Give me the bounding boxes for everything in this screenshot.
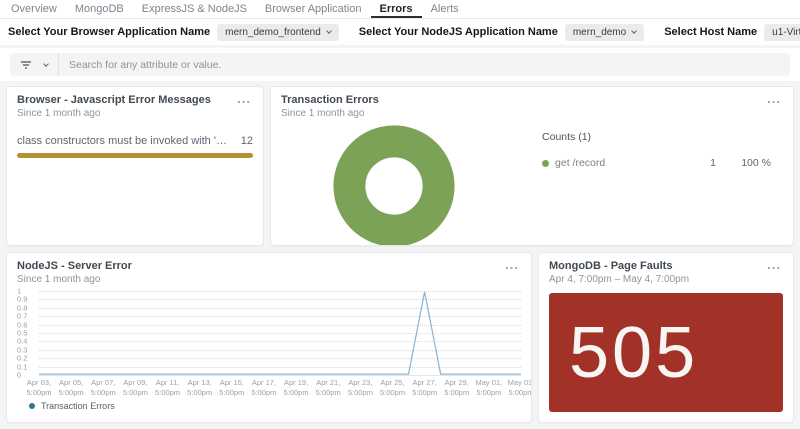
x-tick-label: Apr 17,5:00pm	[251, 378, 276, 398]
x-tick-label: Apr 25,5:00pm	[380, 378, 405, 398]
legend-percent: 100 %	[716, 157, 771, 169]
error-message-row[interactable]: class constructors must be invoked with …	[17, 135, 253, 147]
panel-title: NodeJS - Server Error	[17, 260, 132, 272]
panel-menu-button[interactable]: ...	[235, 94, 253, 105]
x-tick-label: Apr 09,5:00pm	[123, 378, 148, 398]
search-bar	[10, 53, 790, 76]
legend-title: Counts (1)	[542, 131, 771, 143]
funnel-icon	[20, 60, 32, 70]
page-faults-billboard: 505	[549, 293, 783, 412]
x-tick-label: Apr 03,5:00pm	[26, 378, 51, 398]
x-axis-labels: Apr 03,5:00pmApr 05,5:00pmApr 07,5:00pmA…	[39, 378, 521, 397]
x-tick-label: Apr 21,5:00pm	[316, 378, 341, 398]
series-legend-transaction-errors[interactable]: Transaction Errors	[29, 401, 521, 411]
host-select-value: u1-VirtualBox	[772, 27, 800, 38]
panel-subtitle: Apr 4, 7:00pm – May 4, 7:00pm	[549, 274, 689, 285]
host-filter-label: Select Host Name	[664, 26, 757, 38]
x-tick-label: Apr 27,5:00pm	[412, 378, 437, 398]
panel-subtitle: Since 1 month ago	[17, 274, 132, 285]
x-tick-label: Apr 19,5:00pm	[284, 378, 309, 398]
donut-chart	[331, 123, 457, 246]
panel-title: MongoDB - Page Faults	[549, 260, 689, 272]
dashboard-page: Browser - Javascript Error Messages Sinc…	[0, 45, 800, 429]
filter-menu-button[interactable]	[10, 53, 58, 76]
legend-dot-icon	[29, 403, 35, 409]
browser-app-select-value: mern_demo_frontend	[225, 27, 321, 38]
search-input[interactable]	[59, 59, 790, 71]
chevron-down-icon	[43, 61, 49, 67]
chevron-down-icon	[631, 28, 637, 34]
panel-menu-button[interactable]: ...	[503, 260, 521, 271]
tab-mongodb[interactable]: MongoDB	[66, 0, 133, 18]
x-tick-label: Apr 23,5:00pm	[348, 378, 373, 398]
panel-subtitle: Since 1 month ago	[17, 108, 211, 119]
panel-js-error-messages: Browser - Javascript Error Messages Sinc…	[6, 86, 264, 246]
legend-label: get /record	[555, 157, 676, 169]
browser-app-select[interactable]: mern_demo_frontend	[217, 24, 339, 41]
panel-title: Browser - Javascript Error Messages	[17, 94, 211, 106]
nodejs-app-select[interactable]: mern_demo	[565, 24, 644, 41]
legend-count: 1	[676, 157, 716, 169]
panel-nodejs-server-error: NodeJS - Server Error Since 1 month ago …	[6, 252, 532, 423]
x-tick-label: Apr 13,5:00pm	[187, 378, 212, 398]
donut-chart-area: Counts (1) get /record 1 100 %	[281, 117, 783, 245]
series-legend-label: Transaction Errors	[41, 401, 115, 411]
tab-overview[interactable]: Overview	[2, 0, 66, 18]
tab-errors[interactable]: Errors	[371, 0, 422, 18]
error-message-label: class constructors must be invoked with …	[17, 135, 231, 147]
donut-legend: Counts (1) get /record 1 100 %	[542, 131, 771, 169]
x-tick-label: Apr 07,5:00pm	[91, 378, 116, 398]
panel-transaction-errors: Transaction Errors Since 1 month ago ...…	[270, 86, 794, 246]
nodejs-app-filter-label: Select Your NodeJS Application Name	[359, 26, 558, 38]
error-count-bar	[17, 153, 253, 158]
panel-menu-button[interactable]: ...	[765, 94, 783, 105]
x-tick-label: May 03,5:00pm	[508, 378, 532, 398]
x-tick-label: Apr 11,5:00pm	[155, 378, 180, 398]
chevron-down-icon	[326, 28, 332, 34]
x-tick-label: Apr 15,5:00pm	[219, 378, 244, 398]
tab-browser-application[interactable]: Browser Application	[256, 0, 371, 18]
error-message-count: 12	[241, 135, 253, 147]
y-tick-label: 0	[17, 371, 21, 380]
page-faults-value: 505	[569, 317, 698, 389]
line-chart-plot	[39, 291, 521, 375]
legend-item-get-record[interactable]: get /record 1 100 %	[542, 157, 771, 169]
gridline	[39, 375, 521, 376]
panel-grid: Browser - Javascript Error Messages Sinc…	[0, 81, 800, 429]
legend-dot-icon	[542, 160, 549, 167]
tab-alerts[interactable]: Alerts	[422, 0, 468, 18]
filter-bar: Select Your Browser Application Name mer…	[0, 19, 800, 45]
panel-title: Transaction Errors	[281, 94, 379, 106]
y-axis-labels: 10.90.80.70.60.50.40.30.20.10	[17, 291, 39, 375]
x-tick-label: May 01,5:00pm	[476, 378, 503, 398]
host-select[interactable]: u1-VirtualBox	[764, 24, 800, 41]
x-tick-label: Apr 29,5:00pm	[444, 378, 469, 398]
tab-expressjs-nodejs[interactable]: ExpressJS & NodeJS	[133, 0, 256, 18]
x-tick-label: Apr 05,5:00pm	[59, 378, 84, 398]
transaction-errors-line	[39, 291, 521, 375]
browser-app-filter-label: Select Your Browser Application Name	[8, 26, 210, 38]
panel-mongodb-page-faults: MongoDB - Page Faults Apr 4, 7:00pm – Ma…	[538, 252, 794, 423]
panel-menu-button[interactable]: ...	[765, 260, 783, 271]
search-bar-section	[0, 48, 800, 81]
tab-bar: OverviewMongoDBExpressJS & NodeJSBrowser…	[0, 0, 800, 19]
nodejs-app-select-value: mern_demo	[573, 27, 626, 38]
line-chart-area: 10.90.80.70.60.50.40.30.20.10	[17, 291, 521, 375]
